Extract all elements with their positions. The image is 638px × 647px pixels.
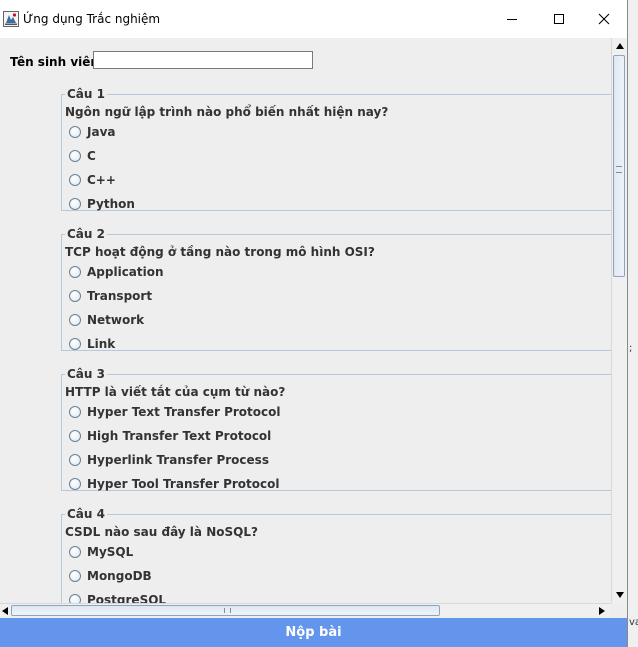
- question-text: HTTP là viết tắt của cụm từ nào?: [65, 385, 286, 399]
- radio-button-icon[interactable]: [69, 314, 81, 326]
- answer-label: PostgreSQL: [87, 593, 167, 603]
- scroll-right-button[interactable]: [597, 604, 607, 618]
- title-bar[interactable]: Ứng dụng Trắc nghiệm: [0, 0, 627, 38]
- radio-button-icon[interactable]: [69, 266, 81, 278]
- radio-button-icon[interactable]: [69, 338, 81, 350]
- background-text-fragment: va: [629, 617, 638, 628]
- radio-button-icon[interactable]: [69, 546, 81, 558]
- minimize-icon: [507, 19, 517, 20]
- answer-option[interactable]: Transport: [69, 286, 152, 306]
- radio-button-icon[interactable]: [69, 570, 81, 582]
- radio-button-icon[interactable]: [69, 174, 81, 186]
- answer-option[interactable]: MySQL: [69, 542, 133, 562]
- answer-label: Hyper Tool Transfer Protocol: [87, 477, 280, 491]
- horizontal-scroll-thumb[interactable]: [11, 605, 440, 616]
- answer-option[interactable]: MongoDB: [69, 566, 152, 586]
- background-text-fragment: ;: [629, 343, 633, 354]
- answer-option[interactable]: Network: [69, 310, 144, 330]
- vertical-scroll-thumb[interactable]: [613, 55, 625, 277]
- arrow-up-icon: [615, 43, 624, 49]
- answer-label: Application: [87, 265, 164, 279]
- answer-label: C: [87, 149, 96, 163]
- grip-icon: [224, 608, 231, 613]
- quiz-window: Ứng dụng Trắc nghiệm Tên sinh viên: Câu …: [0, 0, 628, 647]
- answer-option[interactable]: Java: [69, 122, 115, 142]
- maximize-icon: [554, 14, 564, 24]
- answer-label: Hyperlink Transfer Process: [87, 453, 269, 467]
- student-name-label: Tên sinh viên:: [10, 55, 104, 69]
- radio-button-icon[interactable]: [69, 198, 81, 210]
- radio-button-icon[interactable]: [69, 290, 81, 302]
- maximize-button[interactable]: [536, 0, 582, 38]
- question-number: Câu 4: [65, 507, 107, 521]
- answer-option[interactable]: Link: [69, 334, 115, 354]
- question-number: Câu 3: [65, 367, 107, 381]
- radio-button-icon[interactable]: [69, 150, 81, 162]
- minimize-button[interactable]: [489, 0, 535, 38]
- answer-option[interactable]: PostgreSQL: [69, 590, 166, 603]
- answer-label: Python: [87, 197, 135, 211]
- arrow-right-icon: [599, 607, 605, 615]
- student-name-row: Tên sinh viên:: [0, 38, 611, 86]
- question-text: Ngôn ngữ lập trình nào phổ biến nhất hiệ…: [65, 105, 389, 119]
- question-panel: Câu 1 Ngôn ngữ lập trình nào phổ biến nh…: [61, 86, 611, 211]
- arrow-down-icon: [615, 592, 624, 598]
- question-panel: Câu 2 TCP hoạt động ở tầng nào trong mô …: [61, 226, 611, 351]
- question-number: Câu 2: [65, 227, 107, 241]
- answer-option[interactable]: Hyper Text Transfer Protocol: [69, 402, 281, 422]
- answer-label: MongoDB: [87, 569, 152, 583]
- arrow-left-icon: [2, 607, 8, 615]
- answer-option[interactable]: Python: [69, 194, 135, 214]
- questions-scroll-area[interactable]: Câu 1 Ngôn ngữ lập trình nào phổ biến nh…: [0, 86, 611, 603]
- answer-label: High Transfer Text Protocol: [87, 429, 272, 443]
- scrollbar-corner: [611, 603, 627, 617]
- desktop-background: [628, 0, 638, 647]
- radio-button-icon[interactable]: [69, 454, 81, 466]
- answer-label: C++: [87, 173, 116, 187]
- window-title: Ứng dụng Trắc nghiệm: [23, 12, 161, 26]
- answer-option[interactable]: Hyper Tool Transfer Protocol: [69, 474, 280, 494]
- scroll-down-button[interactable]: [612, 587, 627, 603]
- radio-button-icon[interactable]: [69, 594, 81, 603]
- student-name-input[interactable]: [93, 51, 313, 69]
- vertical-scrollbar[interactable]: [611, 38, 627, 603]
- close-icon: [598, 13, 610, 25]
- radio-button-icon[interactable]: [69, 478, 81, 490]
- answer-option[interactable]: Application: [69, 262, 164, 282]
- answer-label: Java: [87, 125, 116, 139]
- radio-button-icon[interactable]: [69, 126, 81, 138]
- scroll-up-button[interactable]: [612, 38, 627, 54]
- question-panel: Câu 3 HTTP là viết tắt của cụm từ nào? H…: [61, 366, 611, 491]
- answer-option[interactable]: High Transfer Text Protocol: [69, 426, 271, 446]
- horizontal-scrollbar[interactable]: [0, 603, 611, 617]
- radio-button-icon[interactable]: [69, 430, 81, 442]
- answer-label: Hyper Text Transfer Protocol: [87, 405, 281, 419]
- radio-button-icon[interactable]: [69, 406, 81, 418]
- question-text: CSDL nào sau đây là NoSQL?: [65, 525, 258, 539]
- question-number: Câu 1: [65, 87, 107, 101]
- answer-option[interactable]: Hyperlink Transfer Process: [69, 450, 269, 470]
- answer-label: MySQL: [87, 545, 134, 559]
- answer-label: Link: [87, 337, 116, 351]
- grip-icon: [616, 166, 622, 173]
- scroll-left-button[interactable]: [0, 604, 10, 618]
- question-text: TCP hoạt động ở tầng nào trong mô hình O…: [65, 245, 375, 259]
- close-button[interactable]: [581, 0, 627, 38]
- java-app-icon: [3, 11, 19, 27]
- answer-label: Network: [87, 313, 145, 327]
- answer-option[interactable]: C: [69, 146, 96, 166]
- question-panel: Câu 4 CSDL nào sau đây là NoSQL? MySQL M…: [61, 506, 611, 603]
- submit-button[interactable]: Nộp bài: [0, 618, 627, 647]
- answer-label: Transport: [87, 289, 153, 303]
- answer-option[interactable]: C++: [69, 170, 116, 190]
